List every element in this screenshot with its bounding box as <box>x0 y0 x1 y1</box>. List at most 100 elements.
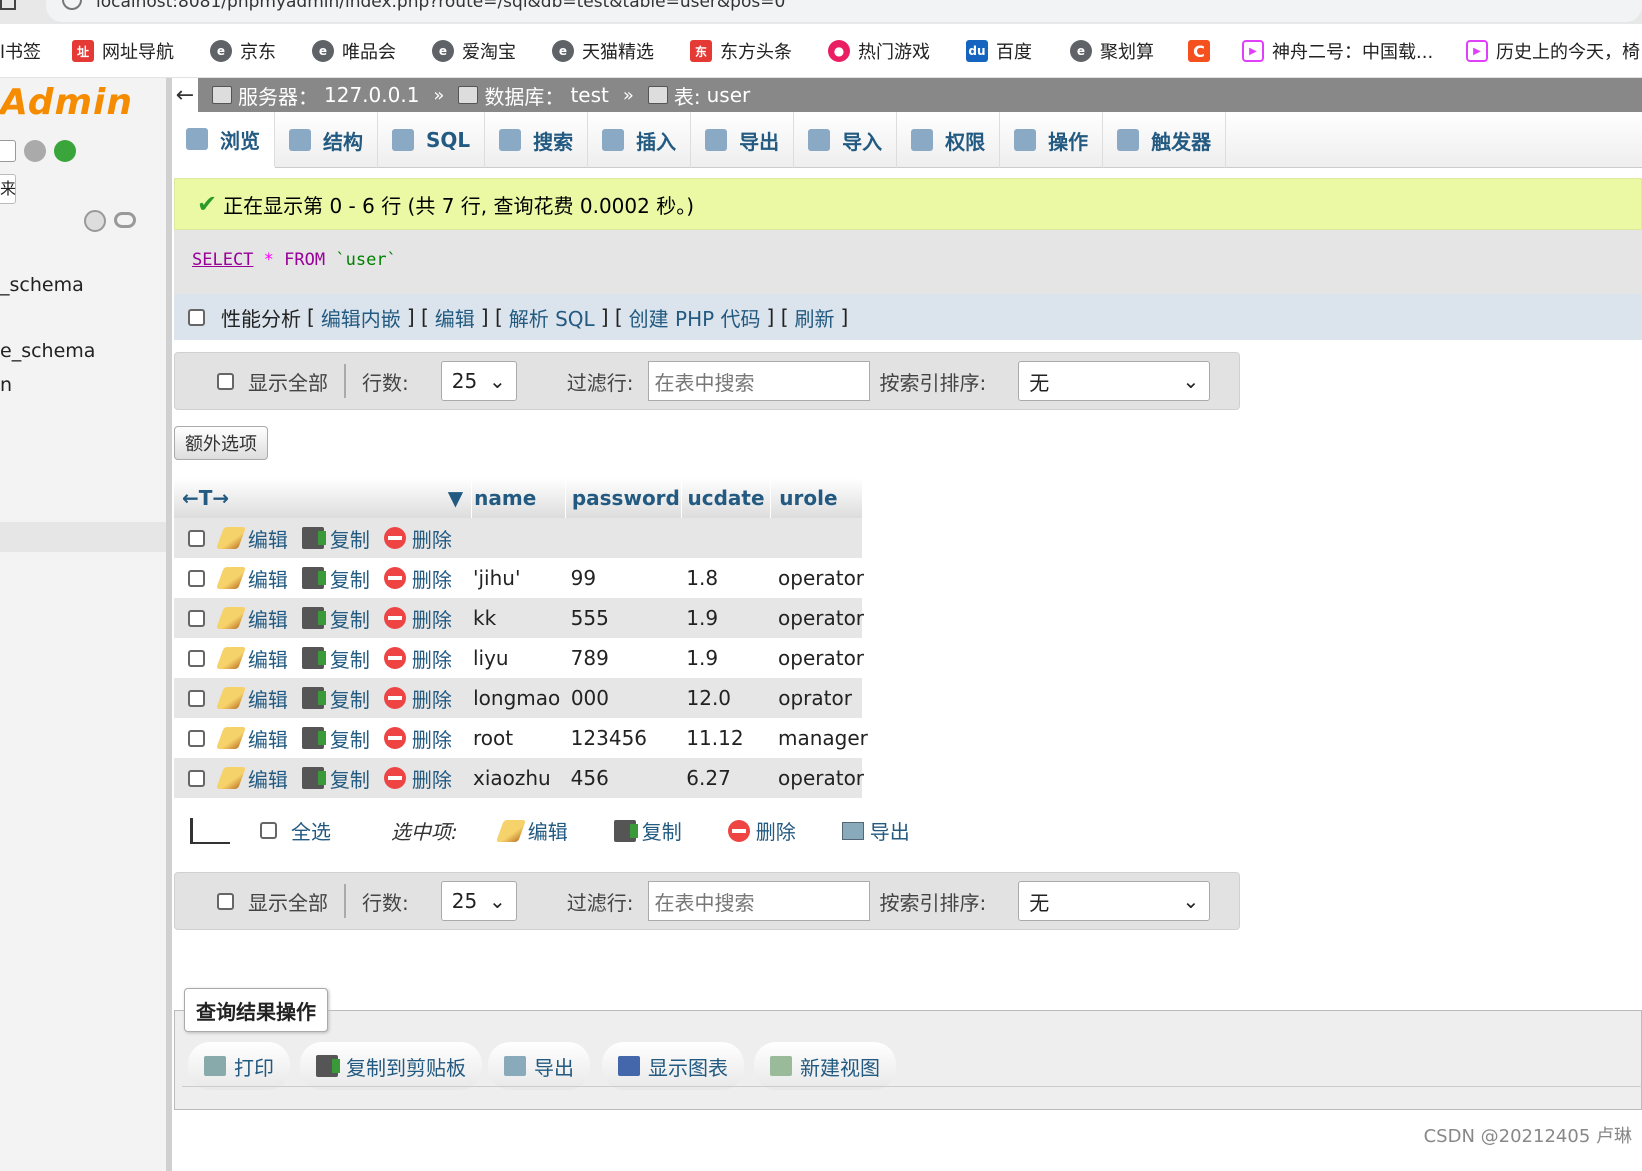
cell-password[interactable]: 123456 <box>565 726 681 750</box>
server-link[interactable]: 127.0.0.1 <box>324 83 419 107</box>
cell-ucdate[interactable]: 1.9 <box>680 646 770 670</box>
bookmark-item[interactable]: e 唯品会 <box>312 38 396 64</box>
cell-name[interactable]: kk <box>471 606 565 630</box>
bulk-edit-button[interactable]: 编辑 <box>495 816 568 845</box>
row-checkbox[interactable] <box>188 729 206 747</box>
cell-name[interactable]: longmao <box>471 686 565 710</box>
cell-ucdate[interactable]: 6.27 <box>680 766 770 790</box>
bulk-export-button[interactable]: 导出 <box>841 816 910 845</box>
row-edit-button[interactable]: 编辑 <box>215 764 288 793</box>
sort-select[interactable]: 无 ⌄ <box>1018 361 1211 401</box>
edit-inline-link[interactable]: 编辑内嵌 <box>321 303 401 332</box>
copy-to-clipboard-button[interactable]: 复制到剪贴板 <box>300 1042 482 1090</box>
row-edit-button[interactable]: 编辑 <box>215 604 288 633</box>
cell-ucdate[interactable]: 1.9 <box>680 606 770 630</box>
docs-icon[interactable] <box>0 140 16 162</box>
row-delete-button[interactable]: 删除 <box>383 644 452 673</box>
address-url[interactable]: localhost:8081/phpmyadmin/index.php?rout… <box>96 0 785 12</box>
row-checkbox[interactable] <box>188 689 206 707</box>
filter-input[interactable]: 在表中搜索 <box>647 361 870 401</box>
row-delete-button[interactable]: 删除 <box>383 564 452 593</box>
bookmark-item[interactable]: e 爱淘宝 <box>432 38 516 64</box>
bookmark-item[interactable]: du 百度 <box>966 38 1032 64</box>
tab-privileges[interactable]: 权限 <box>897 112 1001 168</box>
tab-export[interactable]: 导出 <box>691 112 795 168</box>
sql-keyword[interactable]: SELECT <box>192 250 253 270</box>
cell-password[interactable]: 789 <box>565 646 681 670</box>
create-php-link[interactable]: 创建 PHP 代码 <box>629 303 761 332</box>
row-copy-button[interactable]: 复制 <box>301 724 370 753</box>
db-item-highlight[interactable] <box>0 522 166 552</box>
tab-sql[interactable]: SQL <box>378 112 486 168</box>
tab-triggers[interactable]: 触发器 <box>1103 112 1227 168</box>
phpmyadmin-logo[interactable]: Admin <box>0 82 133 123</box>
cell-urole[interactable]: oprator <box>770 686 862 710</box>
tab-search[interactable]: 搜索 <box>485 112 589 168</box>
database-link[interactable]: test <box>570 83 608 107</box>
link-icon[interactable] <box>114 212 136 228</box>
row-copy-button[interactable]: 复制 <box>301 764 370 793</box>
export-button[interactable]: 导出 <box>488 1042 590 1090</box>
refresh-link[interactable]: 刷新 <box>795 303 835 332</box>
row-checkbox[interactable] <box>188 649 206 667</box>
rows-select[interactable]: 25 ⌄ <box>440 361 517 401</box>
row-edit-button[interactable]: 编辑 <box>215 684 288 713</box>
sort-select[interactable]: 无 ⌄ <box>1018 881 1211 921</box>
new-button[interactable]: 来 <box>0 174 16 204</box>
bookmark-item[interactable]: C <box>1188 38 1210 64</box>
column-resize-arrows-icon[interactable]: ←T→ <box>182 486 229 510</box>
row-delete-button[interactable]: 删除 <box>383 764 452 793</box>
bookmark-item[interactable]: 东东方头条 <box>690 38 792 64</box>
cell-ucdate[interactable]: 1.8 <box>680 566 770 590</box>
row-checkbox[interactable] <box>188 609 206 627</box>
bookmark-item[interactable]: 址网址导航 <box>72 38 174 64</box>
row-edit-button[interactable]: 编辑 <box>215 644 288 673</box>
tab-operations[interactable]: 操作 <box>1000 112 1104 168</box>
cell-urole[interactable]: operator <box>770 766 864 790</box>
db-item[interactable]: e_schema <box>0 340 95 362</box>
back-arrow-icon[interactable]: ← <box>172 78 198 112</box>
cell-urole[interactable]: operator <box>770 606 864 630</box>
profiling-checkbox[interactable] <box>188 308 205 326</box>
column-header-urole[interactable]: urole <box>770 478 862 518</box>
row-copy-button[interactable]: 复制 <box>301 564 370 593</box>
gear-icon[interactable] <box>24 140 46 162</box>
bookmark-item[interactable]: e 天猫精选 <box>552 38 654 64</box>
table-link[interactable]: user <box>707 83 751 107</box>
tab-square-icon[interactable] <box>0 0 16 10</box>
bookmark-item[interactable]: ▶ 历史上的今天，椅 <box>1466 38 1640 64</box>
tab-import[interactable]: 导入 <box>794 112 898 168</box>
row-checkbox[interactable] <box>188 769 206 787</box>
bookmark-item[interactable]: l书签 <box>0 38 41 64</box>
cell-urole[interactable]: operator <box>770 566 864 590</box>
select-all-label[interactable]: 全选 <box>291 816 331 845</box>
cell-password[interactable]: 000 <box>565 686 681 710</box>
collapse-all-icon[interactable] <box>84 210 106 232</box>
cell-password[interactable]: 456 <box>565 766 681 790</box>
bookmark-item[interactable]: ● 热门游戏 <box>828 38 930 64</box>
column-header-password[interactable]: password <box>564 478 681 518</box>
cell-urole[interactable]: operator <box>770 646 864 670</box>
row-edit-button[interactable]: 编辑 <box>215 724 288 753</box>
cell-name[interactable]: 'jihu' <box>471 566 565 590</box>
db-item[interactable]: n <box>0 374 12 396</box>
row-copy-button[interactable]: 复制 <box>301 604 370 633</box>
row-edit-button[interactable]: 编辑 <box>215 564 288 593</box>
row-delete-button[interactable]: 删除 <box>383 684 452 713</box>
row-copy-button[interactable]: 复制 <box>301 524 370 553</box>
filter-input[interactable]: 在表中搜索 <box>647 881 870 921</box>
cell-name[interactable]: root <box>471 726 565 750</box>
create-view-button[interactable]: 新建视图 <box>754 1042 896 1090</box>
edit-link[interactable]: 编辑 <box>435 303 475 332</box>
cell-name[interactable]: liyu <box>471 646 565 670</box>
row-checkbox[interactable] <box>188 569 206 587</box>
cell-name[interactable]: xiaozhu <box>471 766 565 790</box>
bookmark-item[interactable]: ▶ 神舟二号：中国载... <box>1242 38 1433 64</box>
db-item[interactable]: _schema <box>0 274 84 296</box>
cell-password[interactable]: 99 <box>565 566 681 590</box>
cell-password[interactable]: 555 <box>565 606 681 630</box>
bulk-delete-button[interactable]: 删除 <box>727 816 796 845</box>
row-checkbox[interactable] <box>188 529 206 547</box>
row-edit-button[interactable]: 编辑 <box>215 524 288 553</box>
cell-ucdate[interactable]: 11.12 <box>680 726 770 750</box>
